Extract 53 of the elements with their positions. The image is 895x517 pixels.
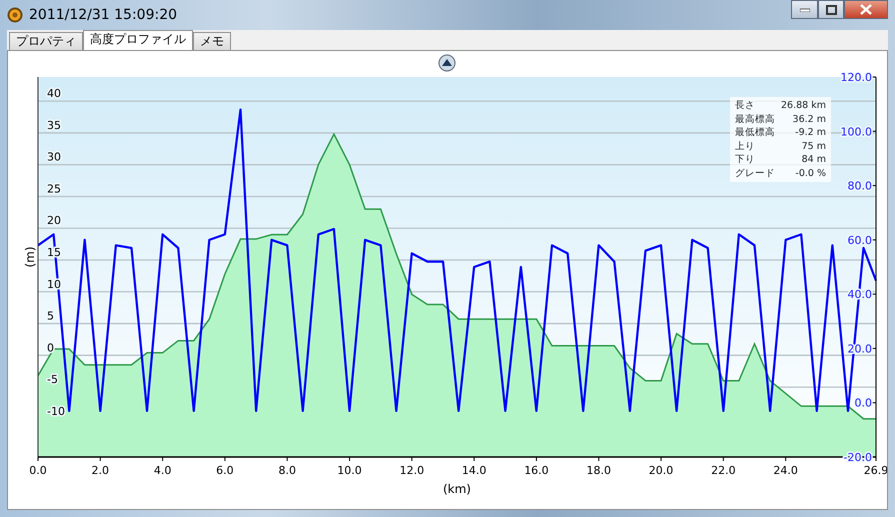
tab[interactable]: プロパティ xyxy=(9,32,83,50)
maximize-button[interactable] xyxy=(818,0,844,19)
minimize-button[interactable] xyxy=(791,0,818,19)
x-tick-label: 8.0 xyxy=(278,464,296,477)
x-tick-label: 24.0 xyxy=(773,464,798,477)
right-tick-label: 0.0 xyxy=(854,396,872,410)
x-tick-label: 22.0 xyxy=(711,464,736,477)
y-tick-label: 30 xyxy=(47,150,61,164)
x-tick-label: 2.0 xyxy=(92,464,110,477)
tab[interactable]: メモ xyxy=(193,32,231,50)
x-tick-label: 20.0 xyxy=(648,464,674,477)
stat-value: 26.88 km xyxy=(781,100,826,111)
y-tick-label: -10 xyxy=(47,404,65,418)
x-axis-label: (km) xyxy=(443,482,471,496)
y-axis-label: (m) xyxy=(23,246,37,268)
x-tick-label: 0.0 xyxy=(29,464,47,477)
x-tick-label: 4.0 xyxy=(154,464,172,477)
x-tick-label: 18.0 xyxy=(586,464,611,477)
y-tick-label: -5 xyxy=(47,373,58,386)
y-tick-label: 5 xyxy=(47,310,54,323)
stat-label: 下り xyxy=(735,154,755,165)
collapse-icon[interactable] xyxy=(438,54,456,72)
y-tick-label: 35 xyxy=(47,118,61,132)
stat-value: 84 m xyxy=(802,154,826,165)
app-icon xyxy=(7,7,23,23)
window-title: 2011/12/31 15:09:20 xyxy=(29,6,178,24)
x-tick-label: 12.0 xyxy=(400,464,424,477)
y-tick-label: 0 xyxy=(47,341,54,354)
stat-label: 長さ xyxy=(735,100,755,111)
x-tick-label: 6.0 xyxy=(216,464,234,477)
stat-value: -9.2 m xyxy=(795,127,826,138)
stat-label: 上り xyxy=(735,140,755,152)
stat-label: 最低標高 xyxy=(735,127,775,138)
stat-value: 36.2 m xyxy=(792,114,826,124)
stat-value: -0.0 % xyxy=(795,168,826,178)
stat-label: 最高標高 xyxy=(735,114,775,124)
right-tick-label: 60.0 xyxy=(848,234,872,247)
y-tick-label: 25 xyxy=(47,182,61,196)
right-tick-label: 80.0 xyxy=(848,180,872,193)
maximize-icon xyxy=(826,4,836,14)
x-tick-label: 10.0 xyxy=(337,464,362,477)
right-tick-label: 120.0 xyxy=(840,71,872,84)
stat-label: グレード xyxy=(735,168,775,178)
y-tick-label: 20 xyxy=(47,214,61,228)
close-button[interactable] xyxy=(844,0,888,19)
tab[interactable]: 高度プロファイル xyxy=(83,30,193,51)
x-tick-label: 14.0 xyxy=(462,464,486,477)
minimize-icon xyxy=(800,8,810,12)
stat-value: 75 m xyxy=(802,140,826,152)
right-tick-label: 100.0 xyxy=(840,125,872,138)
x-tick-label: 16.0 xyxy=(524,464,549,477)
close-icon xyxy=(860,4,872,15)
y-tick-label: 40 xyxy=(47,87,61,100)
